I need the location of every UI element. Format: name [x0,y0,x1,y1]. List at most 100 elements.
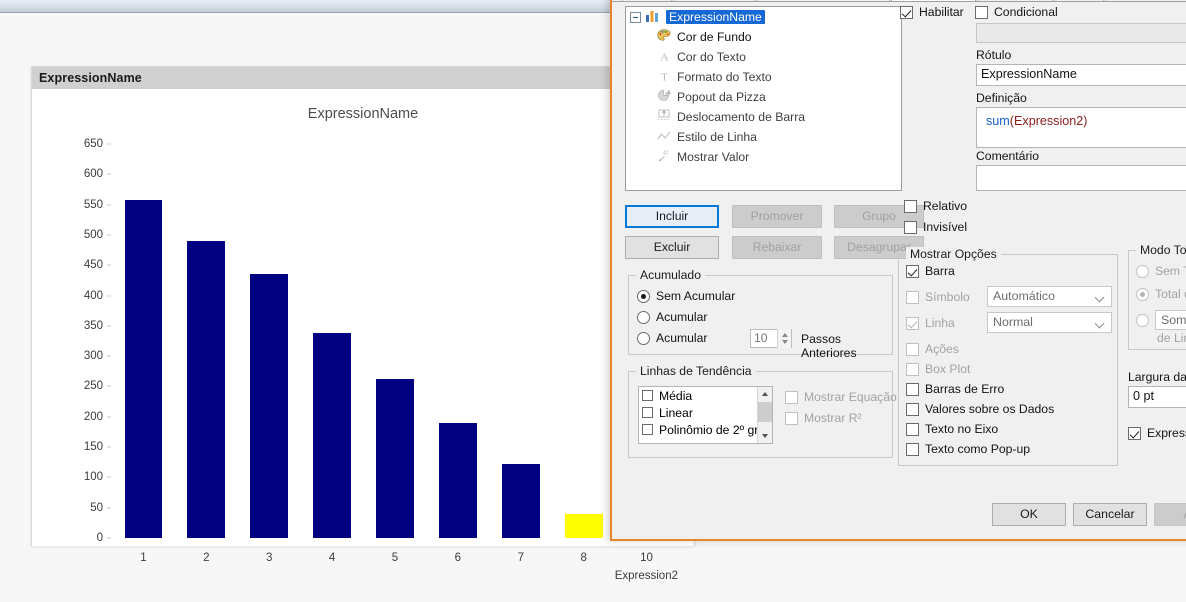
radio-label: Acumular [656,331,708,345]
tab-expressoes[interactable]: Expressoes [891,0,976,1]
chart-title: ExpressionName [307,106,419,122]
dialog-footer: OK Cancelar Ap [612,491,1186,539]
mostrar-r2-checkbox: Mostrar R² [785,411,862,425]
cancelar-button[interactable]: Cancelar [1073,503,1147,526]
tree-node-root[interactable]: ExpressionName [626,7,901,27]
opcao-simbolo-checkbox: Símbolo [906,290,970,304]
tree-node-cor-de-fundo[interactable]: Cor de Fundo [626,27,901,47]
tree-node-deslocamento-de-barra[interactable]: Deslocamento de Barra [626,107,901,127]
listbox-scrollbar[interactable] [757,387,772,443]
habilitar-checkbox[interactable]: Habilitar [900,5,964,19]
scroll-down-icon[interactable] [758,429,772,443]
opcao-texto-popup-checkbox[interactable]: Texto como Pop-up [906,442,1030,456]
radio-indicator [1136,287,1149,301]
stepper-arrows-icon[interactable] [777,329,791,348]
scroll-up-icon[interactable] [758,387,772,401]
checkbox-indicator [906,442,919,456]
y-axis-tick-mark [107,234,111,236]
relativo-checkbox[interactable]: Relativo [904,199,967,213]
linha-combobox[interactable]: Normal [987,312,1112,333]
chart-bar[interactable] [313,333,351,538]
invisivel-checkbox[interactable]: Invisível [904,220,967,234]
largura-barra-input[interactable]: 0 pt [1128,386,1186,408]
checkbox-indicator [906,290,919,304]
expressoes-checkbox[interactable]: Expressõ [1128,426,1186,440]
chart-bar[interactable] [501,464,540,538]
y-axis-tick-mark [107,507,111,509]
chart-bar[interactable] [564,513,603,538]
y-axis-tick-mark [107,537,111,539]
ok-button[interactable]: OK [992,503,1066,526]
chart-canvas[interactable]: 0 50 100 150 200 250 300 350 400 450 500 550 600 650 1… [84,138,678,582]
list-item[interactable]: Polinômio de 2º gra [639,421,772,438]
expression-tree[interactable]: ExpressionName Cor de Fundo A Cor do Texto T… [625,6,902,191]
tree-node-mostrar-valor[interactable]: 42 Mostrar Valor [626,147,901,167]
chart-bar[interactable] [124,199,163,538]
list-item[interactable]: Linear [639,404,772,421]
checkbox-label: Ações [925,342,959,356]
checkbox-label: Invisível [923,220,968,234]
tab-dimens-es[interactable]: Dimensões [673,0,755,1]
tendencia-listbox[interactable]: Média Linear Polinômio de 2º gra [638,386,773,444]
radio-acumular[interactable]: Acumular [637,310,707,324]
chart-plot-area[interactable]: ExpressionName 0 50 100 150 200 250 300 350 400 4… [32,89,694,582]
tree-node-cor-do-texto[interactable]: A Cor do Texto [626,47,901,67]
passos-anteriores-stepper[interactable]: 10 [750,329,792,348]
opcao-valores-dados-checkbox[interactable]: Valores sobre os Dados [906,402,1054,416]
definicao-input[interactable]: sum(Expression2) [976,107,1186,148]
rotulo-label: Rótulo [976,48,1012,62]
tab-geral[interactable]: Geral [622,0,673,1]
tree-node-label: Mostrar Valor [677,150,750,164]
tree-node-popout-da-pizza[interactable]: Popout da Pizza [626,87,901,107]
condicional-checkbox[interactable]: Condicional [975,5,1058,19]
svg-text:A: A [660,51,668,62]
comentario-input[interactable] [976,165,1186,191]
tab-classificar[interactable]: Classificar [976,0,1054,1]
svg-text:42: 42 [663,151,669,157]
tree-node-formato-do-texto[interactable]: T Formato do Texto [626,67,901,87]
list-item[interactable]: Média [639,387,772,404]
tab-limites-de-dimens-o[interactable]: Limites de Dimensão [755,0,891,1]
chart-bar[interactable] [376,379,414,538]
chart-bar[interactable] [187,241,226,538]
y-axis-tick-mark [107,355,111,357]
checkbox-indicator [906,342,919,356]
collapse-icon[interactable] [630,11,641,23]
tab-apresenta-o[interactable]: Apresentação [1105,0,1186,1]
y-axis-tick-label: 550 [83,198,103,211]
radio-sem-total: Sem To [1136,264,1186,278]
comentario-label: Comentário [976,149,1039,163]
checkbox-indicator [906,382,919,396]
y-axis-tick-label: 150 [83,441,103,454]
opcao-linha-checkbox: Linha [906,316,955,330]
radio-label: Sem To [1155,264,1186,278]
tree-node-estilo-de-linha[interactable]: Estilo de Linha [626,127,901,147]
letter-a-icon: A [656,50,672,65]
radio-acumular-passos[interactable]: Acumular [637,331,707,345]
chart-bar[interactable] [250,274,289,538]
x-axis-tick-label: 5 [391,552,399,564]
checkbox-label: Box Plot [925,362,971,376]
opcao-texto-eixo-checkbox[interactable]: Texto no Eixo [906,422,998,436]
chart-bar[interactable] [439,422,477,538]
y-axis-tick-mark [107,143,111,145]
aplicar-button[interactable]: Ap [1154,503,1186,526]
y-axis-tick-label: 350 [83,319,103,332]
incluir-button[interactable]: Incluir [625,205,719,228]
checkbox-label: Valores sobre os Dados [925,402,1055,416]
condicional-input[interactable] [976,23,1186,43]
opcao-barras-erro-checkbox[interactable]: Barras de Erro [906,382,1004,396]
rotulo-input[interactable]: ExpressionName [976,64,1186,86]
scrollbar-thumb[interactable] [758,402,772,422]
checkbox-indicator [785,390,798,404]
radio-sem-acumular[interactable]: Sem Acumular [637,289,735,303]
opcao-barra-checkbox[interactable]: Barra [906,264,955,278]
y-axis-tick-label: 50 [90,501,103,514]
checkbox-indicator [906,316,919,330]
chart-properties-dialog[interactable]: GeralDimensõesLimites de DimensãoExpress… [610,0,1186,541]
chart-object[interactable]: ExpressionName ExpressionName 0 50 100 150 2… [31,66,695,582]
excluir-button[interactable]: Excluir [625,236,719,259]
y-axis-tick-mark [107,476,111,478]
tab-estilo[interactable]: Estilo [1054,0,1105,1]
simbolo-combobox[interactable]: Automático [987,286,1112,307]
